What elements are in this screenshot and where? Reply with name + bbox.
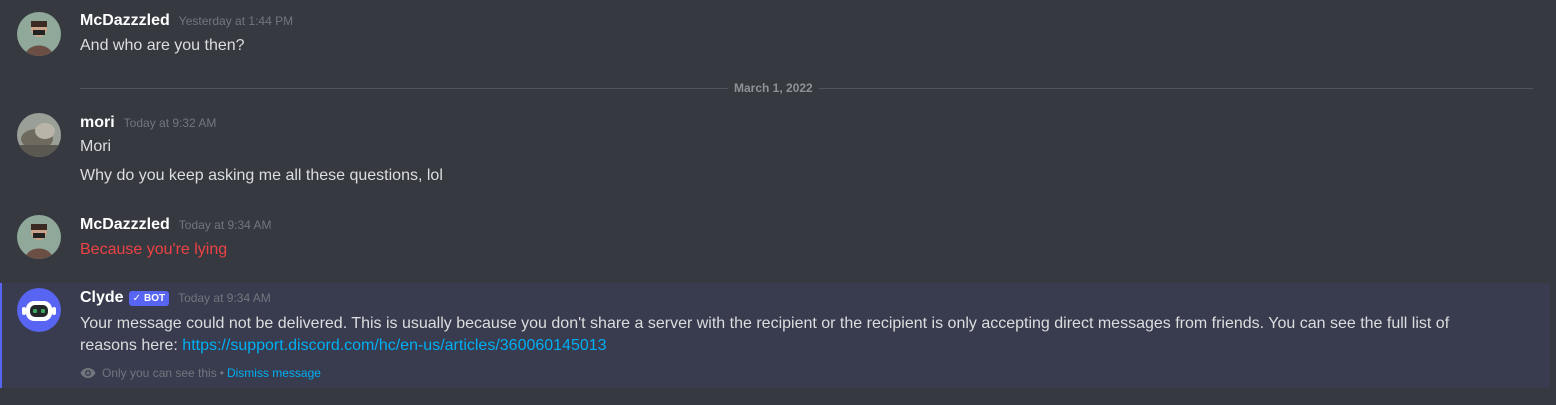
- message-header: Clyde ✓ BOT Today at 9:34 AM: [80, 288, 271, 308]
- avatar-mcdazzzled[interactable]: [17, 215, 61, 259]
- message-text: And who are you then?: [80, 37, 245, 54]
- chat-messages: McDazzzled Yesterday at 1:44 PM And who …: [0, 0, 1556, 405]
- username[interactable]: Clyde: [80, 289, 124, 307]
- support-link[interactable]: https://support.discord.com/hc/en-us/art…: [182, 337, 606, 354]
- clyde-message-text: Your message could not be delivered. Thi…: [80, 313, 1480, 357]
- dismiss-message-link[interactable]: Dismiss message: [227, 365, 321, 381]
- avatar-mcdazzzled[interactable]: [17, 12, 61, 56]
- timestamp[interactable]: Today at 9:34 AM: [179, 215, 272, 235]
- verified-check-icon: ✓: [132, 292, 141, 304]
- eye-icon: [80, 367, 96, 379]
- date-divider-label: March 1, 2022: [728, 80, 819, 96]
- timestamp[interactable]: Today at 9:32 AM: [124, 113, 217, 133]
- message-text-failed: Because you're lying: [80, 241, 228, 258]
- username[interactable]: McDazzzled: [80, 216, 170, 234]
- bot-badge-label: BOT: [143, 292, 166, 304]
- ephemeral-note: Only you can see this • Dismiss message: [80, 365, 321, 381]
- message-text: Mori: [80, 138, 112, 155]
- only-you-can-see-label: Only you can see this: [102, 366, 217, 380]
- username[interactable]: McDazzzled: [80, 12, 170, 30]
- avatar-clyde[interactable]: [17, 288, 61, 332]
- message-header: McDazzzled Today at 9:34 AM: [80, 215, 272, 235]
- message-text: Why do you keep asking me all these ques…: [80, 167, 443, 184]
- separator: •: [219, 366, 224, 380]
- bot-badge: ✓ BOT: [128, 290, 170, 306]
- timestamp[interactable]: Yesterday at 1:44 PM: [179, 11, 293, 31]
- avatar-mori[interactable]: [17, 113, 61, 157]
- message-header: McDazzzled Yesterday at 1:44 PM: [80, 11, 293, 31]
- timestamp[interactable]: Today at 9:34 AM: [178, 288, 271, 308]
- message-header: mori Today at 9:32 AM: [80, 113, 216, 133]
- username[interactable]: mori: [80, 114, 115, 132]
